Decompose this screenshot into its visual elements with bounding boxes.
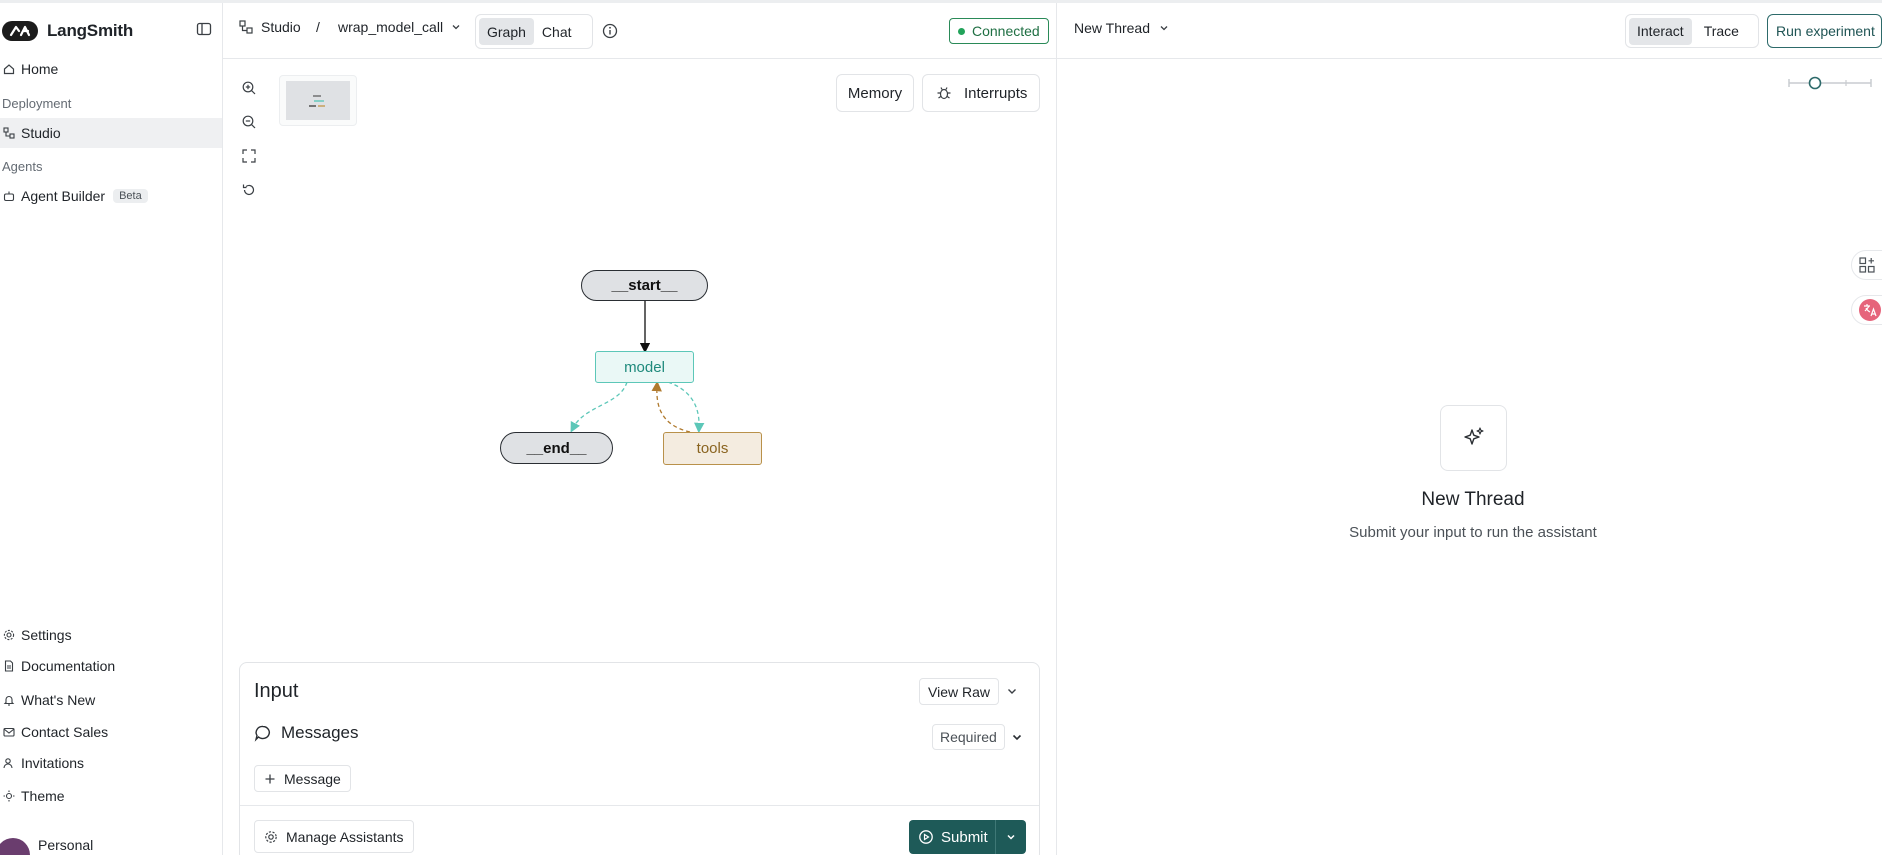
- add-message-label: Message: [284, 770, 341, 787]
- apps-icon[interactable]: [1851, 250, 1882, 280]
- empty-state-title: New Thread: [1421, 489, 1525, 510]
- input-title: Input: [254, 680, 299, 702]
- view-raw-button[interactable]: View Raw: [919, 678, 999, 705]
- empty-state-subtitle: Submit your input to run the assistant: [1349, 524, 1597, 541]
- chevron-down-icon[interactable]: [1005, 684, 1019, 703]
- manage-assistants-label: Manage Assistants: [286, 828, 404, 845]
- divider: [240, 805, 1039, 806]
- required-badge: Required: [932, 724, 1005, 750]
- zoom-slider[interactable]: [1788, 76, 1872, 90]
- chat-bubble-icon: [254, 725, 270, 742]
- plus-icon: [265, 774, 275, 783]
- chevron-down-icon[interactable]: [1005, 831, 1017, 843]
- messages-section[interactable]: Messages: [254, 723, 358, 743]
- submit-label: Submit: [941, 828, 988, 846]
- chevron-down-icon[interactable]: [1010, 730, 1024, 749]
- edge-model-end: [570, 381, 628, 433]
- messages-label: Messages: [281, 723, 359, 742]
- input-panel: Input View Raw Messages Required Message…: [239, 662, 1040, 855]
- submit-button[interactable]: Submit: [909, 820, 1026, 854]
- play-circle-icon: [919, 830, 933, 844]
- edge-model-tools: [667, 381, 705, 434]
- add-message-button[interactable]: Message: [254, 765, 351, 792]
- gear-icon: [265, 830, 277, 843]
- divider: [995, 820, 996, 854]
- manage-assistants-button[interactable]: Manage Assistants: [254, 820, 414, 853]
- node-start[interactable]: __start__: [581, 270, 708, 301]
- translate-icon[interactable]: [1851, 295, 1882, 325]
- sparkle-icon: [1440, 405, 1507, 471]
- node-end[interactable]: __end__: [500, 432, 613, 464]
- edge-tools-model: [651, 380, 691, 433]
- node-tools[interactable]: tools: [663, 432, 762, 465]
- node-model[interactable]: model: [595, 351, 694, 383]
